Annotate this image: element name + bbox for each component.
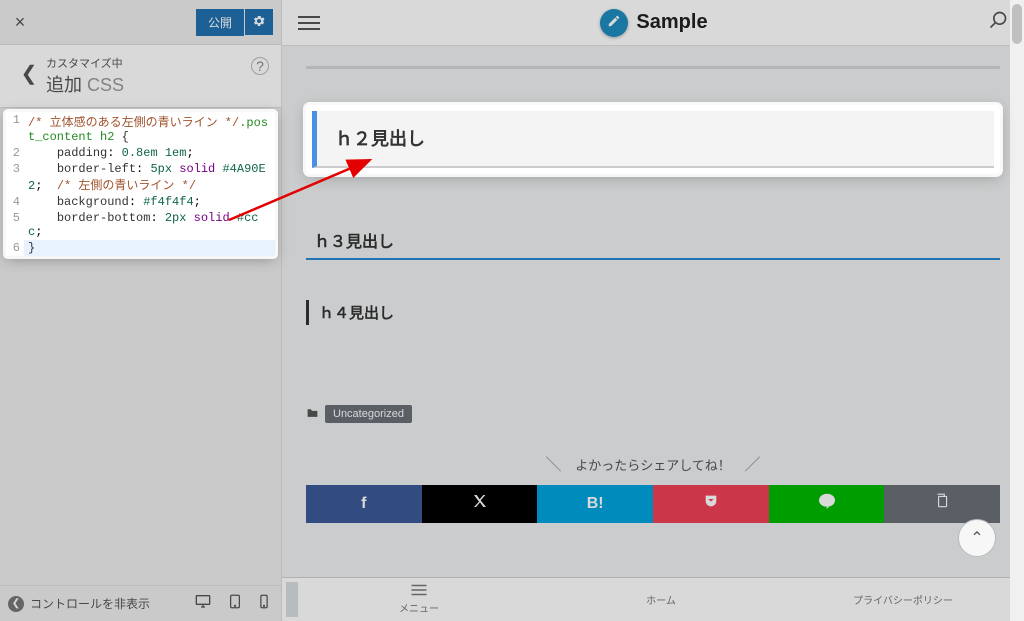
edit-shortcut-button[interactable] (600, 9, 628, 37)
help-button[interactable]: ? (251, 57, 269, 75)
vertical-scrollbar[interactable] (1010, 0, 1024, 621)
bottom-nav-privacy-label: プライバシーポリシー (853, 592, 953, 607)
x-icon (472, 493, 488, 514)
h3-sample-heading: ｈ３見出し (306, 222, 1000, 260)
gear-icon (252, 14, 266, 31)
hamburger-icon (298, 16, 320, 18)
share-line-button[interactable] (769, 485, 885, 523)
h2-preview-card: ｈ２見出し (306, 105, 1000, 174)
customizer-footer: ❮ コントロールを非表示 (0, 585, 281, 621)
help-icon: ? (256, 58, 264, 74)
customizing-label: カスタマイズ中 (46, 55, 251, 71)
nav-accent-stripe (286, 582, 298, 617)
pencil-icon (607, 14, 621, 31)
share-prompt: ＼ よかったらシェアしてね！ ／ (306, 451, 1000, 475)
h2-sample-heading: ｈ２見出し (312, 111, 994, 168)
publish-settings-button[interactable] (245, 9, 273, 35)
site-title[interactable]: Sample (636, 11, 707, 34)
close-customizer-button[interactable]: × (8, 12, 32, 33)
section-title-prefix: 追加 (46, 75, 82, 95)
site-preview: Sample ｈ２見出し ｈ３見出し ｈ４見出し Uncategorized ＼… (282, 0, 1024, 621)
bottom-nav: メニュー ホーム プライバシーポリシー (282, 577, 1024, 621)
preview-header: Sample (282, 0, 1024, 46)
bottom-nav-menu[interactable]: メニュー (298, 578, 540, 621)
scrollbar-thumb[interactable] (1012, 4, 1022, 44)
bottom-nav-menu-label: メニュー (399, 600, 439, 615)
share-facebook-button[interactable]: f (306, 485, 422, 523)
category-row: Uncategorized (306, 405, 1000, 423)
decorative-line (306, 66, 1000, 69)
share-pocket-button[interactable] (653, 485, 769, 523)
customizer-top-bar: × 公開 (0, 0, 281, 45)
preview-body: ｈ２見出し ｈ３見出し ｈ４見出し Uncategorized ＼ よかったらシ… (282, 46, 1024, 577)
line-icon (818, 493, 836, 514)
chevron-left-icon: ❮ (21, 61, 38, 86)
facebook-icon: f (361, 495, 366, 513)
chevron-left-icon: ❮ (12, 598, 20, 609)
search-button[interactable] (988, 10, 1008, 36)
css-code-editor[interactable]: 1/* 立体感のある左側の青いライン */.post_content h2 { … (6, 112, 275, 256)
search-icon (988, 13, 1008, 35)
share-buttons-row: f B! (306, 485, 1000, 523)
copy-icon (935, 493, 949, 514)
publish-button[interactable]: 公開 (196, 9, 244, 36)
device-preview-switcher (195, 594, 273, 613)
section-title-suffix: CSS (87, 75, 124, 95)
collapse-controls-button[interactable]: ❮ (8, 596, 24, 612)
menu-toggle-button[interactable] (298, 16, 320, 30)
bottom-nav-home[interactable]: ホーム (540, 578, 782, 621)
bottom-nav-privacy[interactable]: プライバシーポリシー (782, 578, 1024, 621)
slash-decoration-left: ＼ (546, 457, 562, 474)
menu-icon (410, 584, 428, 599)
share-copy-button[interactable] (884, 485, 1000, 523)
back-button[interactable]: ❮ (12, 61, 46, 86)
customizer-section-header: ❮ カスタマイズ中 追加 CSS ? (0, 45, 281, 108)
hatena-icon: B! (587, 495, 604, 513)
hide-controls-label[interactable]: コントロールを非表示 (30, 595, 150, 612)
pocket-icon (703, 493, 719, 514)
share-hatena-button[interactable]: B! (537, 485, 653, 523)
section-title: 追加 CSS (46, 71, 251, 97)
mobile-icon[interactable] (259, 594, 269, 613)
bottom-nav-home-label: ホーム (646, 592, 676, 607)
scroll-to-top-button[interactable]: ⌃ (958, 519, 996, 557)
chevron-up-icon: ⌃ (970, 528, 983, 548)
folder-icon (306, 406, 319, 421)
category-badge[interactable]: Uncategorized (325, 405, 412, 423)
customizer-panel: × 公開 ❮ カスタマイズ中 追加 CSS ? 1/* 立体感のある左側の青いラ… (0, 0, 282, 621)
share-text: よかったらシェアしてね！ (575, 458, 731, 473)
desktop-icon[interactable] (195, 594, 211, 613)
tablet-icon[interactable] (229, 594, 241, 613)
h4-sample-heading: ｈ４見出し (306, 300, 1000, 325)
share-x-button[interactable] (422, 485, 538, 523)
slash-decoration-right: ／ (744, 457, 760, 474)
